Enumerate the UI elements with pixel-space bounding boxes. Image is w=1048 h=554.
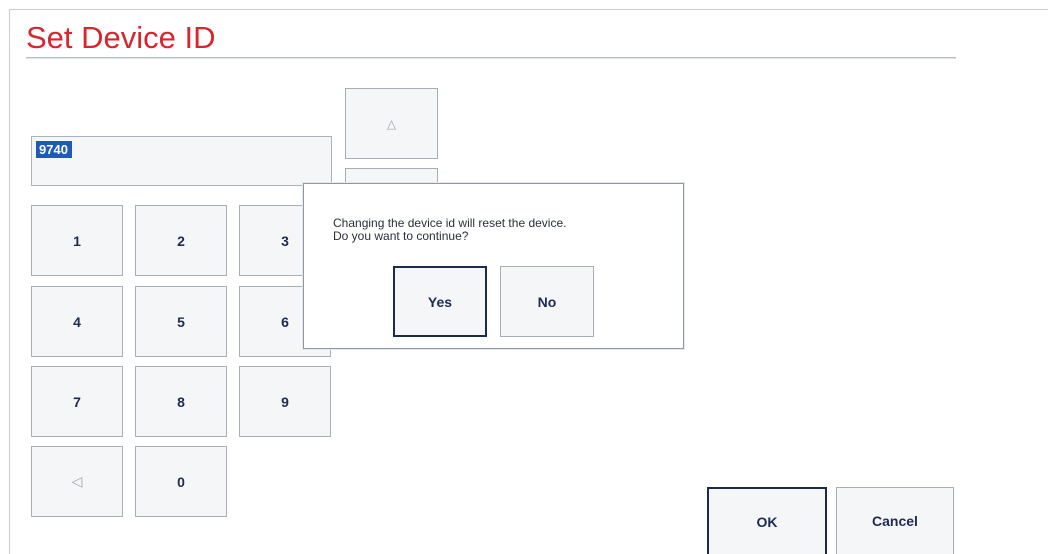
dialog-message-line-1: Changing the device id will reset the de… bbox=[333, 216, 567, 230]
left-triangle-icon: ◁ bbox=[71, 473, 83, 489]
keypad-key-2[interactable]: 2 bbox=[135, 205, 227, 276]
keypad-key-4[interactable]: 4 bbox=[31, 286, 123, 357]
page-title: Set Device ID bbox=[26, 20, 216, 55]
keypad-key-1[interactable]: 1 bbox=[31, 205, 123, 276]
dialog-message-line-2: Do you want to continue? bbox=[333, 229, 469, 243]
scroll-up-button[interactable]: △ bbox=[345, 88, 438, 159]
frame-left-border bbox=[9, 9, 10, 554]
title-divider bbox=[26, 57, 956, 59]
device-id-value: 9740 bbox=[36, 141, 72, 158]
keypad-key-5[interactable]: 5 bbox=[135, 286, 227, 357]
cancel-button[interactable]: Cancel bbox=[836, 487, 954, 554]
set-device-id-screen: Set Device ID 9740 △ 1 2 3 4 5 6 7 8 9 ◁… bbox=[0, 0, 1048, 554]
confirm-reset-dialog: Changing the device id will reset the de… bbox=[303, 183, 684, 349]
yes-button[interactable]: Yes bbox=[393, 266, 487, 337]
keypad-backspace-button[interactable]: ◁ bbox=[31, 446, 123, 517]
no-button[interactable]: No bbox=[500, 266, 594, 337]
keypad-key-7[interactable]: 7 bbox=[31, 366, 123, 437]
keypad-key-0[interactable]: 0 bbox=[135, 446, 227, 517]
device-id-field[interactable]: 9740 bbox=[31, 136, 332, 186]
keypad-key-9[interactable]: 9 bbox=[239, 366, 331, 437]
dialog-message: Changing the device id will reset the de… bbox=[333, 217, 566, 243]
up-triangle-icon: △ bbox=[386, 116, 397, 131]
keypad-key-8[interactable]: 8 bbox=[135, 366, 227, 437]
ok-button[interactable]: OK bbox=[707, 487, 827, 554]
frame-top-border bbox=[9, 9, 1048, 10]
